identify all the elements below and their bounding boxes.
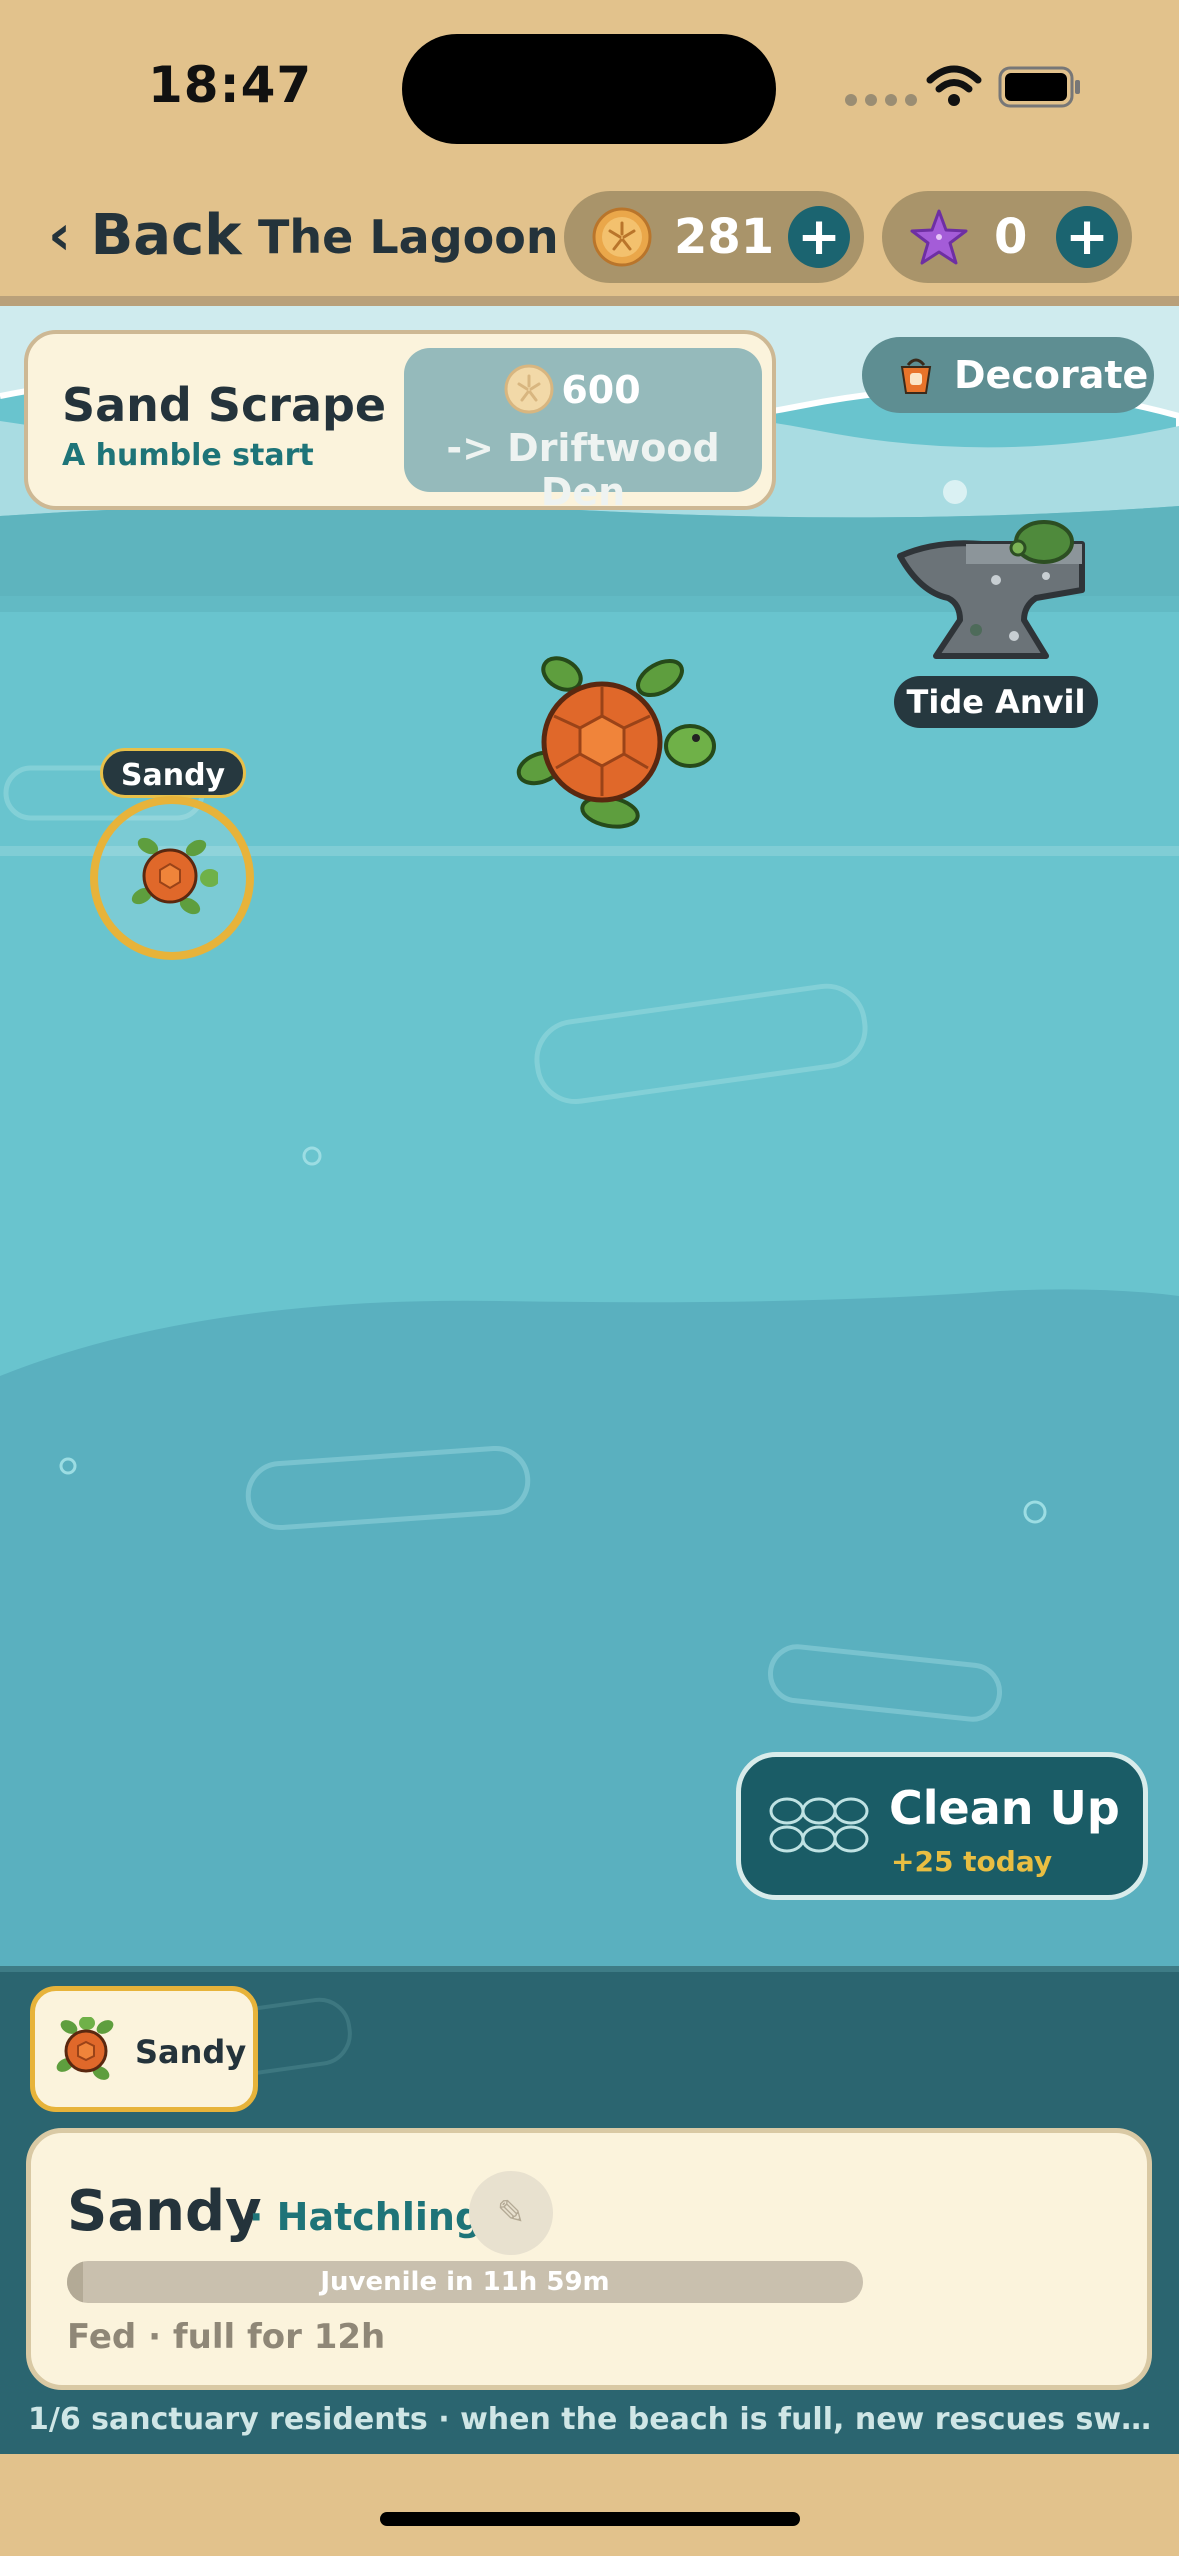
wifi-icon	[926, 65, 982, 106]
roster-chip-sandy[interactable]: Sandy	[30, 1986, 258, 2112]
sand-dollar-balance: 281 +	[564, 191, 864, 283]
header-divider	[0, 296, 1179, 306]
starfish-count: 0	[994, 209, 1028, 265]
pet-name-tag: Sandy	[100, 748, 246, 798]
pencil-icon[interactable]: ✎	[469, 2171, 553, 2255]
back-button[interactable]: ‹ Back	[48, 203, 241, 268]
sandy-selection-ring[interactable]	[90, 796, 254, 960]
dynamic-island	[402, 34, 776, 144]
turtle-name: Sandy	[67, 2179, 262, 2244]
habitat-upgrade-card: Sand Scrape A humble start 600 -> Driftw…	[24, 330, 776, 514]
clean-up-button[interactable]: Clean Up +25 today	[736, 1752, 1148, 1900]
sand-dollar-icon	[592, 207, 652, 267]
small-turtle-icon	[131, 837, 218, 915]
status-time: 18:47	[148, 56, 313, 114]
upgrade-target: -> Driftwood Den	[446, 426, 720, 514]
upgrade-habitat-button[interactable]: 600 -> Driftwood Den	[404, 348, 762, 514]
roster-chip-label: Sandy	[135, 2033, 247, 2071]
starfish-icon	[910, 209, 968, 265]
upgrade-cost: 600	[561, 368, 641, 412]
decorate-label: Decorate	[954, 353, 1149, 397]
page-title: The Lagoon	[258, 210, 559, 264]
clean-up-label: Clean Up	[889, 1781, 1120, 1835]
sand-dollar-count: 281	[674, 209, 775, 265]
habitat-tier-subtitle: A humble start	[62, 438, 314, 473]
battery-icon	[998, 66, 1080, 108]
swimming-turtle[interactable]	[510, 656, 716, 832]
sanctuary-status-text: 1/6 sanctuary residents · when the beach…	[28, 2402, 1158, 2437]
fed-status: Fed · full for 12h	[67, 2317, 386, 2357]
turtle-stage: · Hatchling	[249, 2195, 483, 2239]
decorate-button[interactable]: Decorate	[862, 337, 1154, 413]
tide-anvil-label[interactable]: Tide Anvil	[894, 676, 1098, 728]
cellular-signal-icon	[845, 94, 917, 106]
growth-progress-bar: Juvenile in 11h 59m	[67, 2261, 863, 2303]
buy-starfish-button[interactable]: +	[1056, 206, 1118, 268]
growth-label: Juvenile in 11h 59m	[320, 2267, 610, 2297]
tide-anvil-icon[interactable]	[896, 520, 1096, 680]
clean-up-reward: +25 today	[891, 1845, 1053, 1878]
small-turtle-icon	[56, 2017, 114, 2080]
turtle-detail-card: Sandy · Hatchling ✎ Juvenile in 11h 59m …	[26, 2128, 1152, 2390]
buy-sand-dollars-button[interactable]: +	[788, 206, 850, 268]
home-indicator[interactable]	[380, 2512, 800, 2526]
fishing-net-icon	[769, 1797, 869, 1853]
bucket-icon	[900, 358, 932, 394]
starfish-balance: 0 +	[882, 191, 1132, 283]
habitat-tier-name: Sand Scrape	[62, 378, 387, 432]
